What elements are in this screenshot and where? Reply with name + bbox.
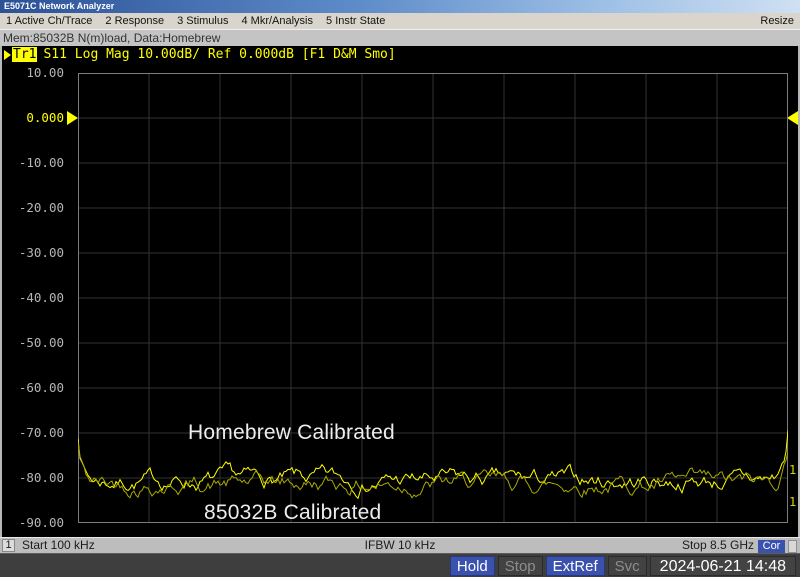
menu-items: 1 Active Ch/Trace 2 Response 3 Stimulus 4 M…	[6, 13, 385, 29]
trace-settings: S11 Log Mag 10.00dB/ Ref 0.000dB [F1 D&M…	[43, 47, 395, 62]
ifbw-value: IFBW 10 kHz	[0, 538, 800, 553]
annotation-85032b-calibrated: 85032B Calibrated	[204, 501, 381, 525]
status-box	[788, 540, 797, 553]
y-axis-tick: -70.00	[0, 425, 64, 440]
menu-bar: 1 Active Ch/Trace 2 Response 3 Stimulus 4 M…	[0, 13, 800, 29]
stop-indicator: Stop	[498, 556, 543, 576]
active-trace-arrow-icon	[4, 50, 11, 60]
datetime-display: 2024-06-21 14:48	[650, 556, 796, 576]
menu-item-3-stimulus[interactable]: 3 Stimulus	[177, 13, 228, 29]
y-axis-tick: -80.00	[0, 470, 64, 485]
analyzer-window: E5071C Network Analyzer 1 Active Ch/Trac…	[0, 0, 800, 577]
display-area: Tr1 S11 Log Mag 10.00dB/ Ref 0.000dB [F1…	[0, 46, 800, 537]
correction-badge: Cor	[758, 540, 785, 553]
menu-item-1-active-ch-trace[interactable]: 1 Active Ch/Trace	[6, 13, 92, 29]
hold-indicator: Hold	[450, 556, 495, 576]
ref-level-marker-left-icon	[67, 111, 78, 125]
memory-trace-label: Mem:85032B N(m)load, Data:Homebrew	[3, 31, 220, 45]
trace-number-label: 1	[789, 496, 796, 508]
y-axis-tick: -10.00	[0, 155, 64, 170]
y-axis-tick: 10.00	[0, 65, 64, 80]
y-axis-tick: -50.00	[0, 335, 64, 350]
annotation-homebrew-calibrated: Homebrew Calibrated	[188, 421, 395, 445]
title-bar: E5071C Network Analyzer	[0, 0, 800, 13]
svc-indicator: Svc	[608, 556, 647, 576]
window-title: E5071C Network Analyzer	[4, 1, 114, 11]
trace-id[interactable]: Tr1	[12, 47, 37, 62]
menu-item-4-mkr-analysis[interactable]: 4 Mkr/Analysis	[241, 13, 313, 29]
memory-trace-bar: Mem:85032B N(m)load, Data:Homebrew	[0, 29, 800, 46]
ref-level-value: 0.000	[0, 110, 64, 125]
instrument-status-bar: Hold Stop ExtRef Svc 2024-06-21 14:48	[0, 553, 800, 577]
y-axis-tick: -40.00	[0, 290, 64, 305]
y-axis-tick: -30.00	[0, 245, 64, 260]
stop-frequency: Stop 8.5 GHz	[682, 538, 754, 553]
menu-item-2-response[interactable]: 2 Response	[105, 13, 164, 29]
y-axis-tick: -60.00	[0, 380, 64, 395]
channel-status-bar: 1 Start 100 kHz IFBW 10 kHz Stop 8.5 GHz…	[0, 537, 800, 553]
resize-button[interactable]: Resize	[760, 13, 794, 29]
trace-header: Tr1 S11 Log Mag 10.00dB/ Ref 0.000dB [F1…	[4, 47, 396, 62]
y-axis-tick: -90.00	[0, 515, 64, 530]
y-axis-tick: -20.00	[0, 200, 64, 215]
menu-item-5-instr-state[interactable]: 5 Instr State	[326, 13, 385, 29]
extref-indicator: ExtRef	[546, 556, 605, 576]
measurement-plot	[78, 73, 788, 523]
trace-number-label: 1	[789, 464, 796, 476]
ref-level-marker-right-icon	[787, 111, 798, 125]
